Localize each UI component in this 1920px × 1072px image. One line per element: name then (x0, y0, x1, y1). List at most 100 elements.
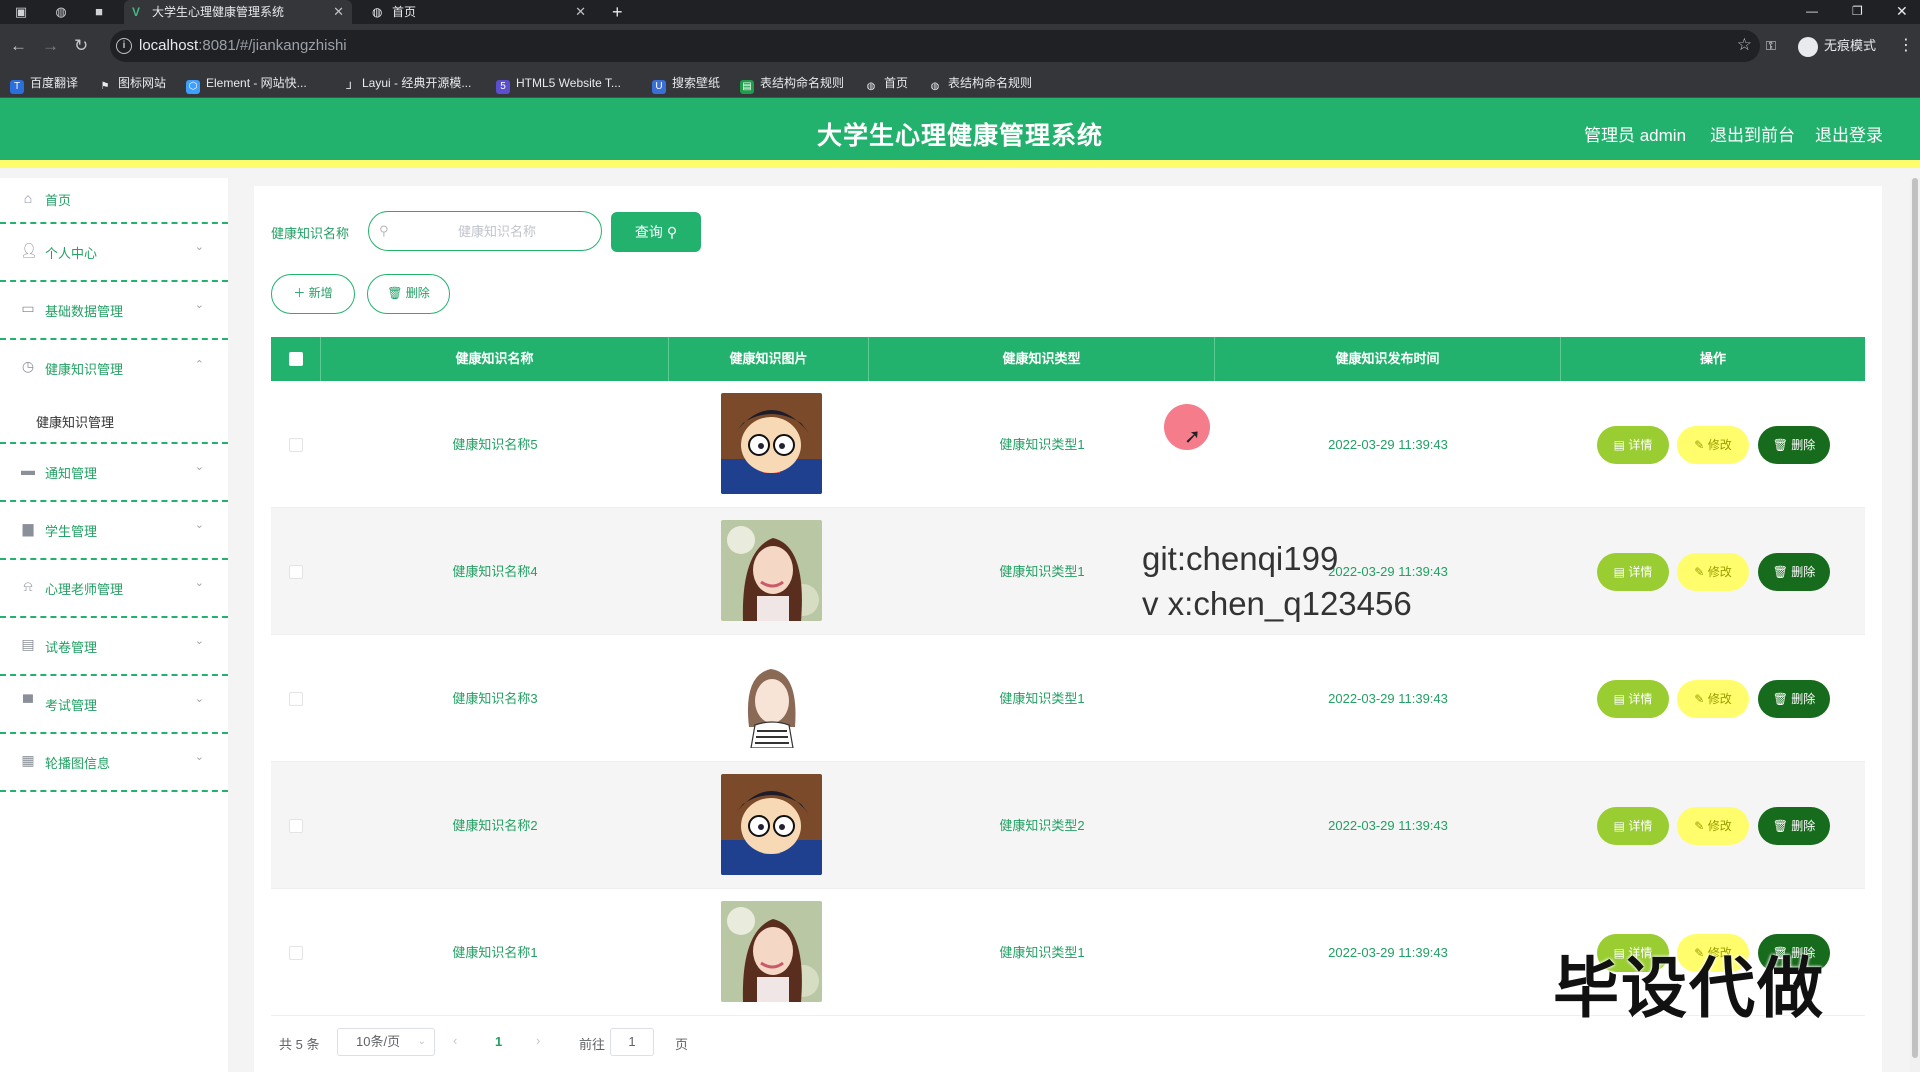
reload-icon[interactable]: ↻ (74, 36, 88, 56)
back-icon[interactable]: ← (10, 36, 27, 56)
page-unit-label: 页 (675, 1037, 689, 1052)
sidebar-item-carousel[interactable]: ▦ 轮播图信息 ⌄ (0, 734, 228, 792)
delete-button[interactable]: 🗑︎ 删除 (1758, 553, 1830, 591)
forward-icon[interactable]: → (42, 36, 59, 56)
sidebar: ⌂ 首页 👤︎ 个人中心 ⌄ ▭ 基础数据管理 ⌄ ◷ 健康知识管理 ⌃ 健康知… (0, 178, 228, 1072)
page-scrollbar[interactable] (1910, 178, 1920, 1072)
bookmark-item[interactable]: ▤ 表结构命名规则 (740, 75, 844, 94)
chevron-down-icon: ⌄ (417, 1036, 426, 1047)
knowledge-table: 健康知识名称 健康知识图片 健康知识类型 健康知识发布时间 操作 健康知识名称5… (271, 337, 1865, 1016)
page-size-select[interactable]: 10条/页 ⌄ (337, 1028, 435, 1056)
info-icon[interactable]: i (116, 38, 132, 54)
close-tab-icon[interactable]: ✕ (333, 0, 344, 24)
detail-button[interactable]: ▤ 详情 (1597, 553, 1669, 591)
detail-button[interactable]: ▤ 详情 (1597, 680, 1669, 718)
window-icon[interactable]: ▣ (12, 3, 30, 21)
column-header: 操作 (1699, 351, 1726, 366)
key-icon[interactable]: ⚿ (1766, 36, 1776, 56)
prev-page-icon[interactable]: ‹ (453, 1033, 457, 1048)
delete-button[interactable]: 🗑︎ 删除 (1758, 680, 1830, 718)
url-field[interactable]: i localhost:8081/#/jiankangzhishi ☆ (110, 30, 1760, 62)
chevron-down-icon: ⌄ (194, 635, 204, 647)
scrollbar-thumb[interactable] (1912, 178, 1918, 1058)
search-input[interactable] (399, 220, 595, 242)
column-header: 健康知识发布时间 (1215, 337, 1561, 381)
browser-tab-bar: ▣ ◍ ■ V 大学生心理健康管理系统 ✕ ◍ 首页 ✕ + — ❐ ✕ (0, 0, 1920, 24)
incognito-profile[interactable]: 无痕模式 (1798, 36, 1876, 57)
page-number-current[interactable]: 1 (495, 1034, 502, 1049)
sidebar-subitem-health-knowledge[interactable]: 健康知识管理 (0, 398, 228, 444)
sidebar-item-health-knowledge[interactable]: ◷ 健康知识管理 ⌃ (0, 340, 228, 398)
sidebar-item-teacher[interactable]: ⍾ 心理老师管理 ⌄ (0, 560, 228, 618)
bookmark-item[interactable]: 5 HTML5 Website T... (496, 75, 621, 94)
knowledge-image (721, 647, 822, 748)
sidebar-item-notice[interactable]: ▬ 通知管理 ⌄ (0, 444, 228, 502)
query-button[interactable]: 查询 ⚲ (611, 212, 701, 252)
sidebar-item-exam[interactable]: ▀ 考试管理 ⌄ (0, 676, 228, 734)
minimize-icon[interactable]: — (1806, 0, 1818, 22)
row-checkbox[interactable] (289, 438, 303, 452)
detail-button[interactable]: ▤ 详情 (1597, 807, 1669, 845)
tab-home[interactable]: ◍ 首页 ✕ (364, 0, 594, 24)
next-page-icon[interactable]: › (536, 1033, 540, 1048)
sidebar-item-paper[interactable]: ▤ 试卷管理 ⌄ (0, 618, 228, 676)
table-row: 健康知识名称5 健康知识类型1 2022-03-29 11:39:43 ▤ 详情… (271, 381, 1865, 508)
chevron-down-icon: ⌄ (194, 461, 204, 473)
bookmark-item[interactable]: ⚑ 图标网站 (98, 75, 167, 94)
watermark-stamp: 毕设代做 (1553, 951, 1825, 1025)
row-checkbox[interactable] (289, 565, 303, 579)
mouse-cursor-icon: ➚ (1184, 426, 1201, 448)
delete-button[interactable]: 🗑︎ 删除 (1758, 807, 1830, 845)
bookmark-star-icon[interactable]: ☆ (1737, 35, 1752, 55)
detail-button[interactable]: ▤ 详情 (1597, 426, 1669, 464)
globe-icon[interactable]: ◍ (52, 3, 70, 21)
edit-button[interactable]: ✎ 修改 (1677, 680, 1749, 718)
query-button-label: 查询 (634, 224, 663, 240)
add-button-label: 新增 (308, 286, 333, 300)
goto-page-input[interactable]: 1 (610, 1028, 654, 1056)
bookmark-item[interactable]: U 搜索壁纸 (652, 75, 720, 94)
tab-title: 大学生心理健康管理系统 (152, 5, 285, 19)
sidebar-item-label: 学生管理 (45, 524, 98, 539)
sidebar-item-basic-data[interactable]: ▭ 基础数据管理 ⌄ (0, 282, 228, 340)
sidebar-item-home[interactable]: ⌂ 首页 (0, 178, 228, 224)
pagination: 共 5 条 10条/页 ⌄ ‹ 1 › 前往 1 页 (271, 1026, 971, 1058)
table-row: 健康知识名称3 健康知识类型1 2022-03-29 11:39:43 ▤ 详情… (271, 635, 1865, 762)
search-box[interactable]: ⚲ (368, 211, 602, 251)
new-tab-button[interactable]: + (612, 0, 623, 24)
edit-button[interactable]: ✎ 修改 (1677, 807, 1749, 845)
batch-delete-button[interactable]: 🗑︎ 删除 (367, 274, 450, 314)
sidebar-item-student[interactable]: ▆ 学生管理 ⌄ (0, 502, 228, 560)
address-bar: ← → ↻ i localhost:8081/#/jiankangzhishi … (0, 24, 1920, 68)
bookmark-item[interactable]: ⅃ Layui - 经典开源模... (342, 75, 471, 94)
sidebar-item-personal[interactable]: 👤︎ 个人中心 ⌄ (0, 224, 228, 282)
sidebar-item-label: 考试管理 (45, 698, 98, 713)
delete-button[interactable]: 🗑︎ 删除 (1758, 426, 1830, 464)
restore-icon[interactable]: ❐ (1852, 0, 1863, 22)
sidebar-item-label: 首页 (45, 193, 72, 208)
document-icon: ▤ (21, 636, 35, 652)
knowledge-name-cell: 健康知识名称5 (452, 437, 538, 452)
tab-strip-icon[interactable]: ■ (90, 3, 108, 21)
exit-to-front-link[interactable]: 退出到前台 (1710, 121, 1795, 146)
select-all-checkbox[interactable] (289, 352, 303, 366)
bookmark-item[interactable]: ◍ 表结构命名规则 (928, 75, 1032, 94)
bookmark-item[interactable]: ⬡ Element - 网站快... (186, 75, 307, 94)
table-header: 健康知识名称 健康知识图片 健康知识类型 健康知识发布时间 操作 (271, 337, 1865, 381)
sidebar-item-label: 健康知识管理 (45, 362, 124, 377)
row-checkbox[interactable] (289, 819, 303, 833)
chevron-down-icon: ⌄ (194, 299, 204, 311)
add-button[interactable]: ＋ 新增 (271, 274, 355, 314)
menu-icon[interactable]: ⋮ (1898, 36, 1914, 56)
close-window-icon[interactable]: ✕ (1896, 0, 1908, 22)
row-checkbox[interactable] (289, 692, 303, 706)
logout-link[interactable]: 退出登录 (1815, 121, 1883, 146)
edit-button[interactable]: ✎ 修改 (1677, 553, 1749, 591)
bookmark-item[interactable]: T 百度翻译 (10, 75, 78, 94)
close-tab-icon[interactable]: ✕ (575, 0, 586, 24)
edit-button[interactable]: ✎ 修改 (1677, 426, 1749, 464)
bookmark-item[interactable]: ◍ 首页 (864, 75, 908, 94)
row-checkbox[interactable] (289, 946, 303, 960)
column-header: 健康知识类型 (869, 337, 1215, 381)
tab-active[interactable]: V 大学生心理健康管理系统 ✕ (124, 0, 352, 24)
